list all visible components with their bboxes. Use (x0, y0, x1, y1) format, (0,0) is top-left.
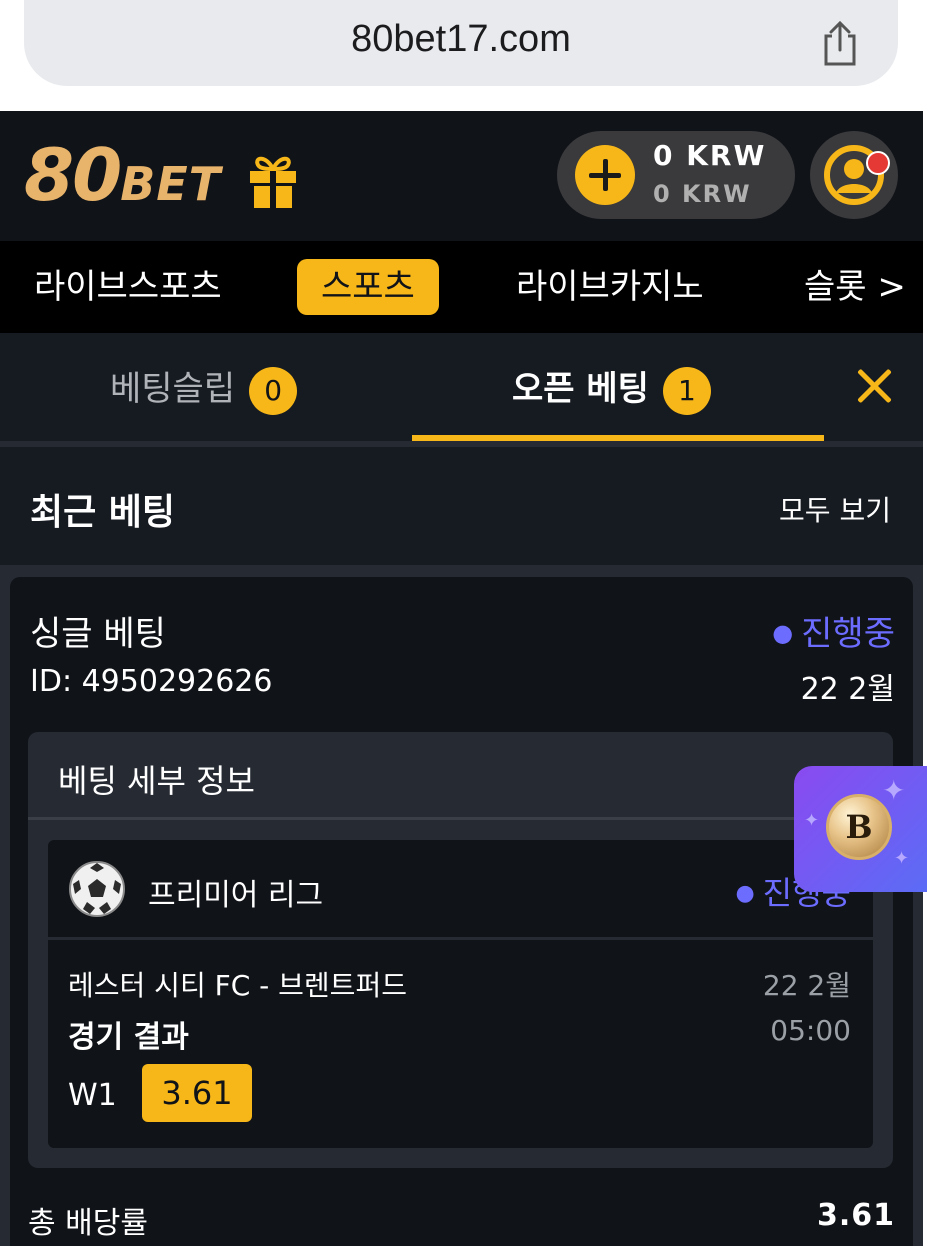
logo[interactable]: 80BET (24, 133, 221, 217)
balance-bonus: 0 KRW (653, 180, 752, 208)
tab-betslip[interactable]: 베팅슬립 0 (110, 365, 298, 415)
bet-type: 싱글 베팅 (30, 614, 166, 654)
match-name: 레스터 시티 FC - 브렌트퍼드 (68, 969, 407, 1002)
bet-id: ID: 4950292626 (30, 664, 273, 699)
user-icon (824, 145, 884, 205)
section-divider (0, 565, 923, 577)
view-all-link[interactable]: 모두 보기 (779, 489, 891, 529)
recent-bets-title: 최근 베팅 (30, 492, 176, 533)
bet-date: 22 2월 (800, 672, 895, 707)
event-card: 프리미어 리그 진행중 레스터 시티 FC - 브렌트퍼드 22 2월 경기 결… (48, 840, 873, 1148)
league-name: 프리미어 리그 (148, 878, 324, 913)
total-odds-value: 3.61 (816, 1198, 895, 1233)
main-nav: 라이브스포츠 스포츠 라이브카지노 슬롯 > (0, 241, 923, 333)
tab-open-bets-label: 오픈 베팅 (512, 369, 649, 409)
notification-dot (866, 151, 890, 175)
match-time: 05:00 (770, 1014, 851, 1047)
betslip-tabs: 베팅슬립 0 오픈 베팅 1 (0, 333, 923, 447)
soccer-ball-icon (69, 861, 125, 917)
total-odds-label: 총 배당률 (28, 1206, 148, 1241)
bet-status: 진행중 (772, 606, 895, 655)
match-date: 22 2월 (762, 969, 851, 1002)
odds-chip: 3.61 (142, 1064, 252, 1122)
logo-number: 80 (24, 133, 122, 217)
profile-button[interactable] (810, 131, 898, 219)
sparkle-icon: ✦ (804, 810, 820, 831)
deposit-button[interactable] (575, 145, 635, 205)
app-header: 80BET 0 KRW 0 KRW (0, 111, 923, 241)
betslip-count-badge: 0 (249, 366, 298, 415)
market-name: 경기 결과 (68, 1020, 189, 1055)
nav-sports[interactable]: 스포츠 (297, 259, 439, 315)
nav-slots[interactable]: 슬롯 > (804, 259, 906, 315)
gift-icon[interactable] (248, 151, 298, 209)
recent-bets-header: 최근 베팅 모두 보기 (0, 447, 923, 565)
address-bar[interactable]: 80bet17.com (24, 0, 898, 86)
close-icon[interactable] (856, 368, 892, 404)
sparkle-icon: ✦ (894, 848, 910, 869)
balance-main: 0 KRW (653, 139, 767, 172)
details-divider (28, 817, 893, 820)
url-text[interactable]: 80bet17.com (24, 18, 898, 61)
open-bets-count-badge: 1 (662, 366, 711, 415)
selection-label: W1 (68, 1078, 117, 1113)
tab-betslip-label: 베팅슬립 (110, 369, 236, 409)
logo-text: BET (120, 157, 222, 211)
event-divider (48, 937, 873, 940)
bonus-promo-button[interactable]: ✦ ✦ ✦ B (794, 766, 927, 892)
balance-widget[interactable]: 0 KRW 0 KRW (557, 131, 795, 219)
sparkle-icon: ✦ (882, 774, 906, 807)
share-icon[interactable] (818, 20, 862, 68)
browser-bar: 80bet17.com (0, 0, 927, 111)
nav-live-casino[interactable]: 라이브카지노 (516, 259, 704, 315)
bet-details-title: 베팅 세부 정보 (58, 762, 255, 800)
nav-live-sports[interactable]: 라이브스포츠 (34, 259, 222, 315)
coin-icon: B (826, 794, 892, 860)
bet-details: 베팅 세부 정보 프리미어 리그 진행중 레스터 시티 FC - 브렌트퍼드 2… (28, 732, 893, 1168)
tab-open-bets[interactable]: 오픈 베팅 1 (512, 365, 711, 415)
